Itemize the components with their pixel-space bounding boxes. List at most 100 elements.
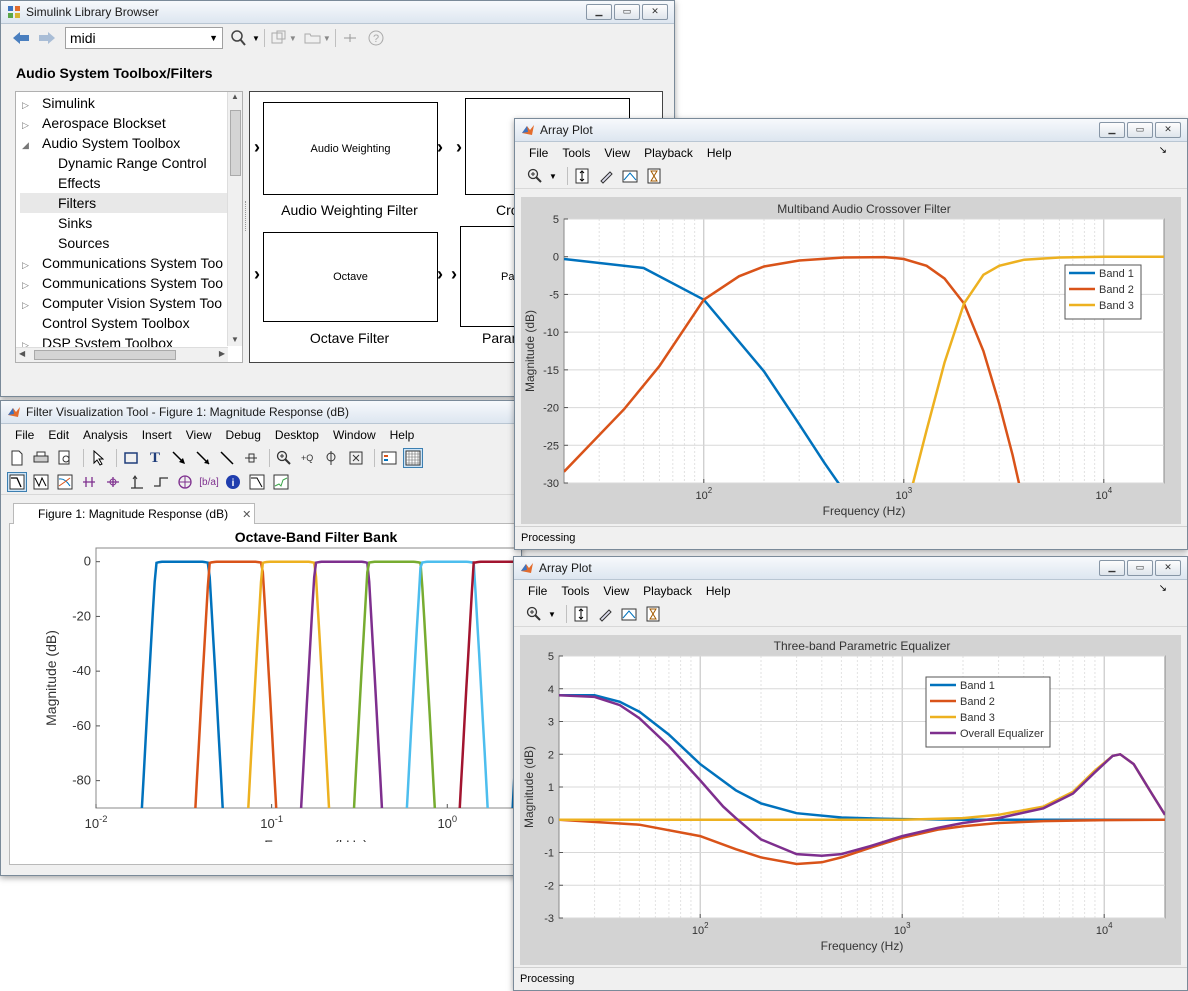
menu-help[interactable]: Help: [390, 428, 415, 442]
measurements-icon[interactable]: [644, 166, 664, 186]
text-icon[interactable]: T: [145, 448, 165, 468]
zoom-x-icon[interactable]: +Q: [298, 448, 318, 468]
close-icon[interactable]: ✕: [242, 508, 251, 521]
maximize-button[interactable]: ▭: [1127, 560, 1153, 576]
peak-finder-icon[interactable]: [620, 166, 640, 186]
minimize-button[interactable]: ▁: [1099, 122, 1125, 138]
double-arrow-icon[interactable]: [193, 448, 213, 468]
round-off-noise-icon[interactable]: [271, 472, 291, 492]
library-tree[interactable]: ▷ Simulink ▷ Aerospace Blockset ◢ Audio Syste…: [15, 91, 243, 363]
chevron-down-icon[interactable]: ▼: [548, 610, 556, 619]
zoom-y-icon[interactable]: [322, 448, 342, 468]
menu-analysis[interactable]: Analysis: [83, 428, 128, 442]
fvtool-titlebar[interactable]: Filter Visualization Tool - Figure 1: Ma…: [1, 401, 521, 424]
pin-icon[interactable]: [340, 30, 360, 46]
menu-playback[interactable]: Playback: [644, 146, 693, 160]
find-icon[interactable]: [229, 29, 251, 47]
menu-edit[interactable]: Edit: [48, 428, 69, 442]
grid-icon[interactable]: [403, 448, 423, 468]
magnitude-phase-icon[interactable]: [55, 472, 75, 492]
menu-file[interactable]: File: [15, 428, 34, 442]
chevron-down-icon[interactable]: ▼: [323, 34, 331, 43]
menu-playback[interactable]: Playback: [643, 584, 692, 598]
maximize-button[interactable]: ▭: [614, 4, 640, 20]
menu-window[interactable]: Window: [333, 428, 376, 442]
menu-view[interactable]: View: [604, 146, 630, 160]
library-browser-titlebar[interactable]: Simulink Library Browser ▁ ▭ ✕: [1, 1, 674, 24]
new-file-icon[interactable]: [7, 448, 27, 468]
menu-view[interactable]: View: [603, 584, 629, 598]
phase-response-icon[interactable]: [31, 472, 51, 492]
collapsed-arrow-icon[interactable]: ▷: [22, 95, 36, 115]
back-arrow-icon[interactable]: [11, 30, 31, 46]
tab-figure-1[interactable]: Figure 1: Magnitude Response (dB) ✕: [13, 503, 255, 524]
print-icon[interactable]: [31, 448, 51, 468]
data-cursor-icon[interactable]: [595, 604, 615, 624]
tree-item[interactable]: ▷ Communications System Too: [20, 273, 228, 293]
pointer-icon[interactable]: [88, 448, 108, 468]
measurements-icon[interactable]: [643, 604, 663, 624]
new-model-icon[interactable]: [269, 30, 289, 46]
close-button[interactable]: ✕: [1155, 122, 1181, 138]
step-response-icon[interactable]: [151, 472, 171, 492]
tree-item[interactable]: Effects: [20, 173, 228, 193]
legend-icon[interactable]: [379, 448, 399, 468]
tree-item[interactable]: Sinks: [20, 213, 228, 233]
rectangle-icon[interactable]: [121, 448, 141, 468]
pole-zero-icon[interactable]: [175, 472, 195, 492]
zoom-in-icon[interactable]: [525, 166, 545, 186]
tree-item[interactable]: ▷ Computer Vision System Too: [20, 293, 228, 313]
chevron-down-icon[interactable]: ▼: [209, 33, 218, 43]
scrollbar-thumb[interactable]: [230, 110, 241, 176]
dock-arrow-icon[interactable]: ↘: [1159, 145, 1167, 156]
close-button[interactable]: ✕: [642, 4, 668, 20]
menu-view[interactable]: View: [186, 428, 212, 442]
tree-item[interactable]: Control System Toolbox: [20, 313, 228, 333]
menu-tools[interactable]: Tools: [561, 584, 589, 598]
help-icon[interactable]: ?: [366, 29, 386, 47]
block-octave[interactable]: Octave: [263, 232, 438, 322]
menu-help[interactable]: Help: [707, 146, 732, 160]
group-delay-icon[interactable]: [79, 472, 99, 492]
peak-finder-icon[interactable]: [619, 604, 639, 624]
open-folder-icon[interactable]: [303, 30, 323, 46]
scrollbar-thumb[interactable]: [34, 350, 176, 360]
menu-tools[interactable]: Tools: [562, 146, 590, 160]
magnitude-response-icon[interactable]: [7, 472, 27, 492]
tree-item[interactable]: Filters: [20, 193, 228, 213]
tree-vertical-scrollbar[interactable]: ▲ ▼: [227, 92, 242, 346]
array-plot-2-titlebar[interactable]: Array Plot ▁ ▭ ✕: [514, 557, 1187, 580]
tree-item[interactable]: ◢ Audio System Toolbox: [20, 133, 228, 153]
data-cursor-icon[interactable]: [596, 166, 616, 186]
collapsed-arrow-icon[interactable]: ▷: [22, 295, 36, 315]
scale-y-axis-icon[interactable]: [572, 166, 592, 186]
zoom-in-icon[interactable]: [524, 604, 544, 624]
collapsed-arrow-icon[interactable]: ▷: [22, 115, 36, 135]
tree-item[interactable]: Dynamic Range Control: [20, 153, 228, 173]
close-button[interactable]: ✕: [1155, 560, 1181, 576]
filter-coefficients-icon[interactable]: [b/a]: [199, 472, 219, 492]
line-icon[interactable]: [217, 448, 237, 468]
impulse-response-icon[interactable]: [127, 472, 147, 492]
minimize-button[interactable]: ▁: [1099, 560, 1125, 576]
tree-item[interactable]: Sources: [20, 233, 228, 253]
collapsed-arrow-icon[interactable]: ▷: [22, 255, 36, 275]
search-input[interactable]: midi ▼: [65, 27, 223, 49]
collapsed-arrow-icon[interactable]: ▷: [22, 275, 36, 295]
tree-item[interactable]: ▷ Communications System Too: [20, 253, 228, 273]
filter-specs-icon[interactable]: [247, 472, 267, 492]
chevron-down-icon[interactable]: ▼: [252, 34, 260, 43]
chevron-down-icon[interactable]: ▼: [289, 34, 297, 43]
array-plot-1-titlebar[interactable]: Array Plot ▁ ▭ ✕: [515, 119, 1187, 142]
menu-insert[interactable]: Insert: [142, 428, 172, 442]
forward-arrow-icon[interactable]: [37, 30, 57, 46]
phase-delay-icon[interactable]: [103, 472, 123, 492]
chevron-down-icon[interactable]: ▼: [549, 172, 557, 181]
block-audio-weighting[interactable]: Audio Weighting: [263, 102, 438, 195]
menu-file[interactable]: File: [529, 146, 548, 160]
tree-item[interactable]: ▷ Aerospace Blockset: [20, 113, 228, 133]
tree-item[interactable]: ▷ Simulink: [20, 93, 228, 113]
pin-icon[interactable]: [241, 448, 261, 468]
dock-arrow-icon[interactable]: ↘: [1159, 583, 1167, 594]
filter-info-icon[interactable]: i: [223, 472, 243, 492]
